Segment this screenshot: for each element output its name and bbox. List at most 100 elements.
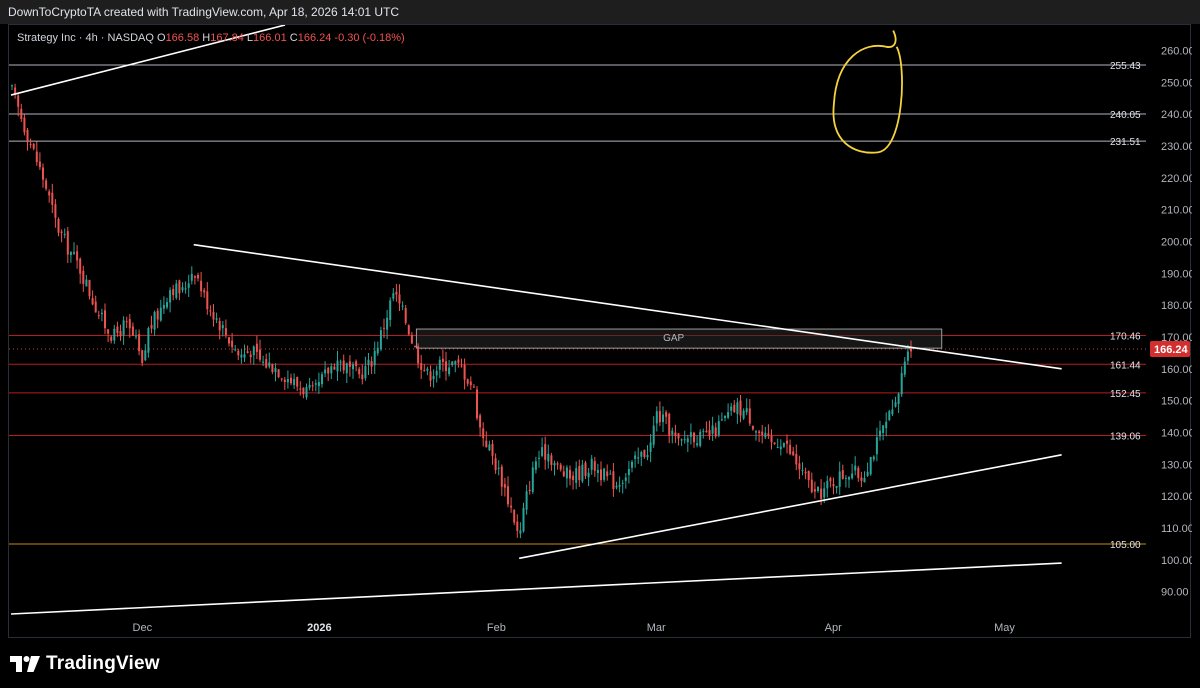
candle-body xyxy=(54,204,57,218)
candle-body xyxy=(314,383,317,385)
candle-body xyxy=(541,447,544,456)
candle-body xyxy=(820,488,823,499)
candle-body xyxy=(510,505,513,508)
candle-body xyxy=(534,461,537,470)
caption-bar: DownToCryptoTA created with TradingView.… xyxy=(0,0,1200,24)
candle-body xyxy=(882,425,885,433)
plot-area[interactable]: GAP 255.43 240.05 231.51 170.46 161.44 152.45 1… xyxy=(9,25,1146,615)
candle-body xyxy=(680,439,683,441)
price-chart[interactable]: GAP 255.43 240.05 231.51 170.46 161.44 152.45 1… xyxy=(9,25,1192,639)
x-tick-May: May xyxy=(994,622,1015,634)
candle-body xyxy=(761,431,764,436)
candle-body xyxy=(497,467,500,469)
candle-body xyxy=(634,455,637,459)
candle-body xyxy=(11,85,13,87)
candle-body xyxy=(817,486,819,491)
candle-body xyxy=(677,433,680,439)
candle-body xyxy=(897,393,900,405)
chart-frame[interactable]: GAP 255.43 240.05 231.51 170.46 161.44 152.45 1… xyxy=(8,24,1192,639)
candle-body xyxy=(296,377,299,387)
candle-body xyxy=(689,432,692,437)
candle-body xyxy=(224,328,227,336)
candle-body xyxy=(438,359,441,370)
candle-body xyxy=(138,334,141,352)
candle-body xyxy=(23,117,26,133)
y-tick-150: 150.00 xyxy=(1161,396,1192,408)
candle-body xyxy=(107,329,110,334)
candle-body xyxy=(383,327,385,329)
candle-body xyxy=(178,280,181,294)
candle-body xyxy=(910,348,912,352)
candle-body xyxy=(66,231,69,255)
candle-body xyxy=(451,361,454,366)
candle-body xyxy=(727,412,730,418)
y-tick-250: 250.00 xyxy=(1161,77,1192,89)
candle-body xyxy=(522,507,525,532)
candle-body xyxy=(705,430,708,433)
candle-body xyxy=(615,485,618,488)
candle-body xyxy=(894,402,897,407)
candle-body xyxy=(131,326,134,336)
candle-body xyxy=(125,321,128,323)
candle-body xyxy=(206,291,209,310)
candle-body xyxy=(755,431,757,433)
candle-body xyxy=(507,486,509,505)
level-label-161.44: 161.44 xyxy=(1110,360,1141,371)
legend-open: 166.58 xyxy=(166,32,203,44)
candle-body xyxy=(810,479,813,493)
candle-body xyxy=(708,430,711,436)
candle-body xyxy=(255,343,258,352)
candle-body xyxy=(51,192,54,205)
candle-body xyxy=(872,456,875,460)
candle-body xyxy=(841,470,844,479)
candle-body xyxy=(795,453,798,465)
tradingview-logo[interactable]: TradingView xyxy=(10,653,160,675)
candle-body xyxy=(404,308,407,323)
candle-body xyxy=(572,475,575,481)
candle-body xyxy=(590,458,593,470)
candle-body xyxy=(48,191,51,196)
gap-label: GAP xyxy=(663,333,684,344)
candle-body xyxy=(655,411,658,424)
candle-body xyxy=(82,270,85,284)
candle-body xyxy=(454,361,457,365)
time-axis[interactable]: Dec 2026 Feb Mar Apr May xyxy=(133,622,1016,634)
candle-body xyxy=(435,370,438,376)
candle-body xyxy=(671,430,674,435)
candle-body xyxy=(113,328,116,341)
candle-body xyxy=(584,462,587,476)
y-tick-90: 90.00 xyxy=(1161,587,1189,599)
candle-body xyxy=(786,440,788,444)
candle-body xyxy=(900,373,903,395)
candle-body xyxy=(407,325,410,335)
legend-high: 167.84 xyxy=(210,32,247,44)
candle-body xyxy=(665,412,668,417)
candle-body xyxy=(658,411,661,423)
level-label-170.46: 170.46 xyxy=(1110,332,1141,343)
candle-body xyxy=(209,310,212,312)
candle-body xyxy=(237,350,240,356)
candle-body xyxy=(807,470,810,481)
price-axis[interactable]: 90.00 100.00 110.00 120.00 130.00 140.00 150.0… xyxy=(1150,45,1192,599)
candle-body xyxy=(203,290,206,293)
candle-body xyxy=(330,366,333,374)
candle-body xyxy=(228,337,230,344)
candle-body xyxy=(389,300,392,320)
candle-body xyxy=(863,478,866,483)
legend-text: Strategy Inc · 4h · NASDAQ O166.58 H167.… xyxy=(17,32,405,44)
candle-body xyxy=(280,378,283,380)
candle-body xyxy=(79,258,82,274)
caption-text: DownToCryptoTA created with TradingView.… xyxy=(8,5,400,19)
candle-body xyxy=(751,426,754,430)
candle-body xyxy=(903,361,906,375)
candle-body xyxy=(798,463,801,470)
y-tick-220: 220.00 xyxy=(1161,173,1192,185)
candle-body xyxy=(401,305,404,307)
candle-body xyxy=(395,291,398,295)
candle-body xyxy=(302,387,305,395)
candle-body xyxy=(739,400,742,416)
candle-body xyxy=(789,444,792,454)
candle-body xyxy=(150,325,153,329)
legend-close: 166.24 xyxy=(298,32,335,44)
candle-body xyxy=(575,468,578,483)
